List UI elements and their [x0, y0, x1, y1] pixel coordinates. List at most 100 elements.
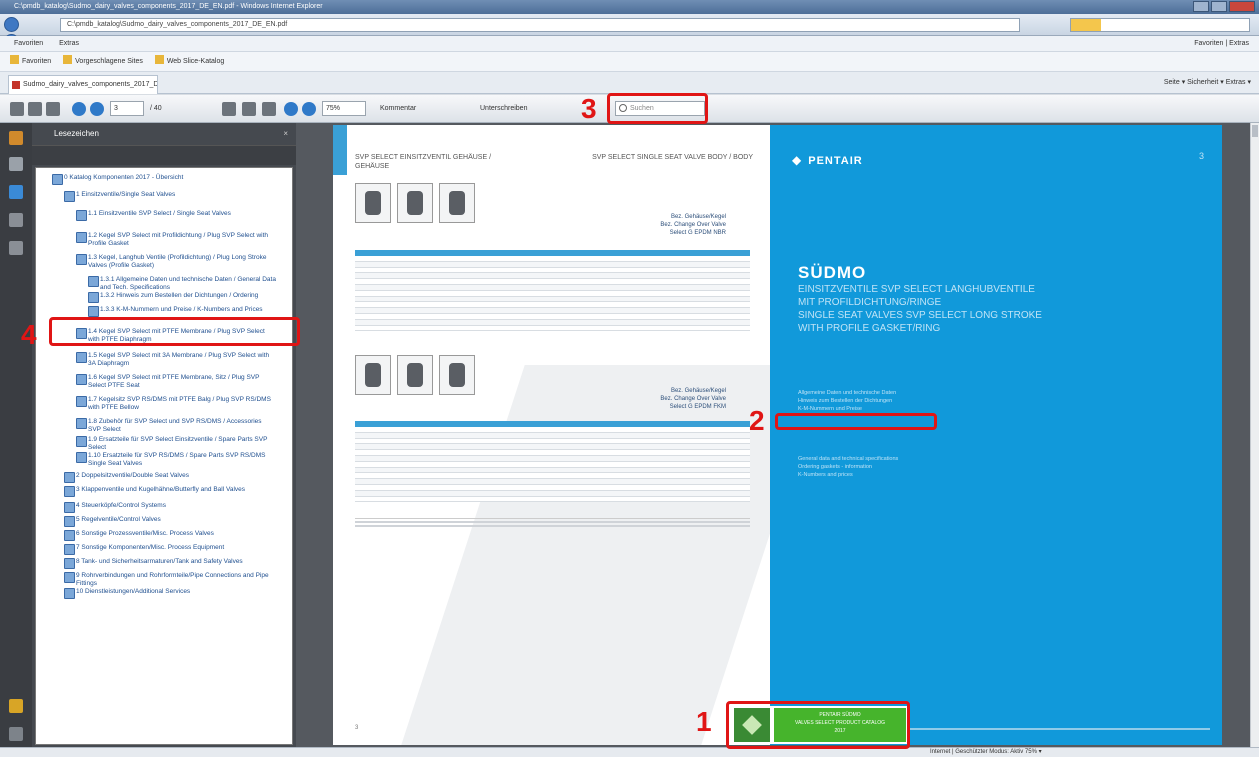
home-icon[interactable]: [9, 131, 23, 145]
zoom-out-icon[interactable]: [284, 102, 298, 116]
bookmarks-header: Lesezeichen ×: [32, 123, 296, 145]
bookmark-item[interactable]: 1.1 Einsitzventile SVP Select / Single S…: [76, 210, 276, 221]
sign-tool[interactable]: Unterschreiben: [480, 101, 527, 116]
zoom-in-icon[interactable]: [302, 102, 316, 116]
attachments-icon[interactable]: [9, 213, 23, 227]
maximize-button[interactable]: [1211, 1, 1227, 12]
subtitle-line: mit Profildichtung/Ringe: [798, 297, 942, 308]
spec-line: Select G EPDM FKM: [669, 404, 726, 410]
bookmark-item[interactable]: 4 Steuerköpfe/Control Systems: [64, 502, 276, 513]
command-bar[interactable]: Seite ▾ Sicherheit ▾ Extras ▾: [1164, 75, 1251, 91]
suggested-sites-link[interactable]: Vorgeschlagene Sites: [63, 58, 143, 65]
bookmark-item[interactable]: 10 Dienstleistungen/Additional Services: [64, 588, 276, 599]
close-panel-icon[interactable]: ×: [283, 123, 288, 145]
bookmark-item[interactable]: 3 Klappenventile und Kugelhähne/Butterfl…: [64, 486, 276, 497]
tab-pdf[interactable]: Sudmo_dairy_valves_components_2017_DE_EN…: [8, 75, 158, 94]
save-icon[interactable]: [28, 102, 42, 116]
bookmark-item[interactable]: 1.9 Ersatzteile für SVP Select Einsitzve…: [76, 436, 276, 452]
menu-bar: Favoriten Extras Favoriten | Extras: [0, 36, 1259, 52]
menu-right[interactable]: Favoriten | Extras: [1194, 36, 1249, 52]
callout-1: 1: [696, 706, 712, 737]
lock-icon[interactable]: [9, 699, 23, 713]
layers-icon[interactable]: [9, 241, 23, 255]
page-header-right: SVP SELECT SINGLE SEAT VALVE BODY / BODY: [592, 154, 753, 161]
pages-icon[interactable]: [9, 157, 23, 171]
hand-tool-icon[interactable]: [242, 102, 256, 116]
scrollbar-thumb[interactable]: [1252, 125, 1258, 137]
subtitle-line: Single Seat Valves SVP Select Long Strok…: [798, 310, 1042, 321]
contents-line[interactable]: General data and technical specification…: [798, 455, 1048, 463]
comment-tool[interactable]: Kommentar: [380, 101, 416, 116]
bookmark-item[interactable]: 6 Sonstige Prozessventile/Misc. Process …: [64, 530, 276, 541]
bookmarks-title: Lesezeichen: [54, 129, 99, 138]
vertical-scrollbar[interactable]: [1250, 123, 1259, 747]
web-slice-link[interactable]: Web Slice-Katalog: [155, 58, 224, 65]
callout-3: 3: [581, 93, 597, 124]
bookmark-item[interactable]: 8 Tank- und Sicherheitsarmaturen/Tank an…: [64, 558, 276, 569]
minimize-button[interactable]: [1193, 1, 1209, 12]
bookmark-item[interactable]: 7 Sonstige Komponenten/Misc. Process Equ…: [64, 544, 276, 555]
bookmark-item[interactable]: 1.8 Zubehör für SVP Select und SVP RS/DM…: [76, 418, 276, 434]
settings-icon[interactable]: [9, 727, 23, 741]
nav-buttons: [4, 17, 40, 49]
highlight-bookmark: [49, 317, 300, 346]
product-images-bottom: [355, 355, 475, 395]
price-table-bottom: [355, 421, 750, 503]
browser-window: C:\pmdb_katalog\Sudmo_dairy_valves_compo…: [0, 0, 1259, 757]
contents-line[interactable]: Hinweis zum Bestellen der Dichtungen: [798, 397, 1048, 405]
back-icon[interactable]: [4, 17, 19, 32]
zoom-select[interactable]: 75%: [322, 101, 366, 116]
page-number-left: 3: [355, 725, 359, 731]
contents-line[interactable]: K-Numbers and prices: [798, 471, 1048, 479]
bookmark-item[interactable]: 9 Rohrverbindungen und Rohrformteile/Pip…: [64, 572, 276, 588]
select-tool-icon[interactable]: [222, 102, 236, 116]
highlight-search-field: [607, 93, 708, 124]
contents-line[interactable]: Ordering gaskets - information: [798, 463, 1048, 471]
bookmarks-icon[interactable]: [9, 185, 23, 199]
product-image: [439, 355, 475, 395]
bookmark-item[interactable]: 1.10 Ersatzteile für SVP RS/DMS / Spare …: [76, 452, 276, 468]
print-icon[interactable]: [10, 102, 24, 116]
bookmark-item[interactable]: 1.3 Kegel, Langhub Ventile (Profildichtu…: [76, 254, 276, 270]
bookmark-item[interactable]: 2 Doppelsitzventile/Double Seat Valves: [64, 472, 276, 483]
product-image: [439, 183, 475, 223]
menu-item-favorites[interactable]: Favoriten: [14, 40, 43, 47]
bookmark-item[interactable]: 1.3.1 Allgemeine Daten und technische Da…: [88, 276, 276, 292]
zoom-tool-icon[interactable]: [262, 102, 276, 116]
product-image: [397, 183, 433, 223]
bookmark-item[interactable]: 1.2 Kegel SVP Select mit Profildichtung …: [76, 232, 276, 248]
status-text: Internet | Geschützter Modus: Aktiv 75% …: [930, 749, 1042, 755]
callout-4: 4: [21, 319, 37, 350]
contents-line[interactable]: Allgemeine Daten und technische Daten: [798, 389, 1048, 397]
contents-line[interactable]: K-M-Nummern und Preise: [798, 405, 1048, 413]
brand-title: SÜDMO: [798, 263, 867, 282]
page-up-icon[interactable]: [72, 102, 86, 116]
bookmark-item[interactable]: 5 Regelventile/Control Valves: [64, 516, 276, 527]
favorites-link[interactable]: Favoriten: [10, 58, 51, 65]
spec-line: Bez. Change Over Valve: [660, 396, 726, 402]
bookmarks-toolbar: [32, 145, 296, 165]
menu-item-extras[interactable]: Extras: [59, 40, 79, 47]
url-field[interactable]: C:\pmdb_katalog\Sudmo_dairy_valves_compo…: [60, 18, 1020, 32]
bookmark-item[interactable]: 1.7 Kegelsitz SVP RS/DMS mit PTFE Balg /…: [76, 396, 276, 412]
tab-row: Sudmo_dairy_valves_components_2017_DE_EN…: [0, 72, 1259, 94]
contents-german: Allgemeine Daten und technische Daten Hi…: [798, 389, 1048, 413]
email-icon[interactable]: [46, 102, 60, 116]
bookmark-item[interactable]: 1 Einsitzventile/Single Seat Valves: [64, 191, 276, 202]
close-button[interactable]: [1229, 1, 1255, 12]
pentair-logo: PENTAIR: [792, 153, 863, 167]
bookmark-item[interactable]: 1.6 Kegel SVP Select mit PTFE Membrane, …: [76, 374, 276, 390]
spec-labels-top: Bez. Gehäuse/Kegel Bez. Change Over Valv…: [526, 213, 726, 237]
pdf-page-left: SVP SELECT EINSITZVENTIL GEHÄUSE / GEHÄU…: [333, 125, 770, 745]
bookmark-item[interactable]: 0 Katalog Komponenten 2017 - Übersicht: [52, 174, 276, 185]
spec-labels-bottom: Bez. Gehäuse/Kegel Bez. Change Over Valv…: [526, 387, 726, 411]
bookmark-item[interactable]: 1.3.2 Hinweis zum Bestellen der Dichtung…: [88, 292, 276, 303]
page-total: / 40: [150, 105, 162, 112]
page-number-input[interactable]: 3: [110, 101, 144, 116]
footer-rule: [910, 728, 1210, 730]
bookmark-item[interactable]: 1.3.3 K-M-Nummern und Preise / K-Numbers…: [88, 306, 276, 317]
window-title-bar: C:\pmdb_katalog\Sudmo_dairy_valves_compo…: [0, 0, 1259, 14]
page-down-icon[interactable]: [90, 102, 104, 116]
browser-search-input[interactable]: [1070, 18, 1250, 32]
bookmark-item[interactable]: 1.5 Kegel SVP Select mit 3A Membrane / P…: [76, 352, 276, 368]
